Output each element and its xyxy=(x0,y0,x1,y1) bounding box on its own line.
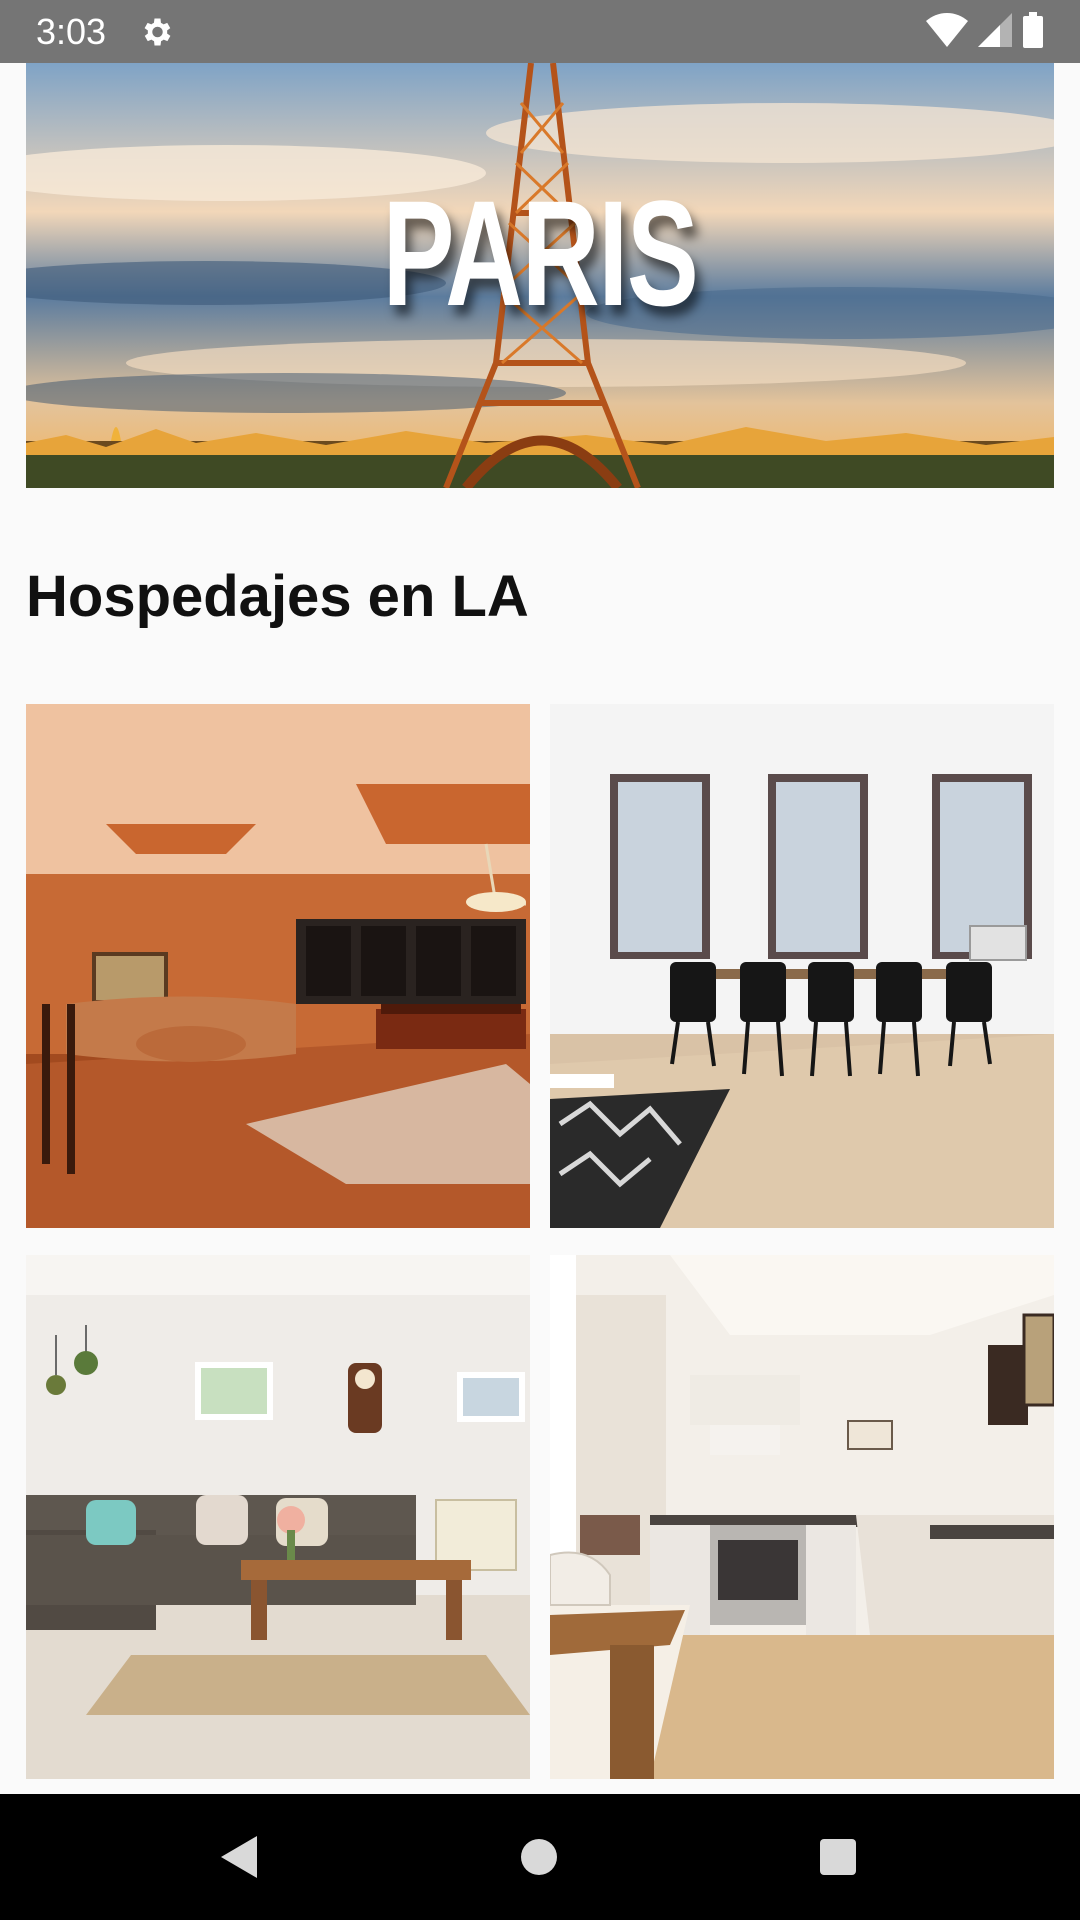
recents-icon[interactable] xyxy=(805,1824,871,1890)
navigation-bar xyxy=(0,1794,1080,1920)
listing-card[interactable] xyxy=(26,1255,530,1779)
listing-card[interactable] xyxy=(550,1255,1054,1779)
status-bar: 3:03 xyxy=(0,0,1080,63)
listing-image xyxy=(26,704,530,1228)
listing-card[interactable] xyxy=(26,704,530,1228)
listing-card[interactable] xyxy=(550,704,1054,1228)
hero-title: PARIS xyxy=(382,169,699,337)
section-title: Hospedajes en LA xyxy=(26,564,529,629)
back-icon[interactable] xyxy=(206,1824,272,1890)
listing-image xyxy=(550,1255,1054,1779)
listing-image xyxy=(26,1255,530,1779)
battery-icon xyxy=(1022,11,1044,53)
settings-gear-icon xyxy=(138,14,174,50)
status-time: 3:03 xyxy=(36,11,107,52)
listing-image xyxy=(550,704,1054,1228)
signal-icon xyxy=(978,12,1012,52)
content-scroll[interactable]: PARIS Hospedajes en LA xyxy=(0,63,1080,1794)
home-icon[interactable] xyxy=(506,1824,572,1890)
hero-banner[interactable]: PARIS xyxy=(26,63,1054,488)
wifi-icon xyxy=(926,12,968,52)
